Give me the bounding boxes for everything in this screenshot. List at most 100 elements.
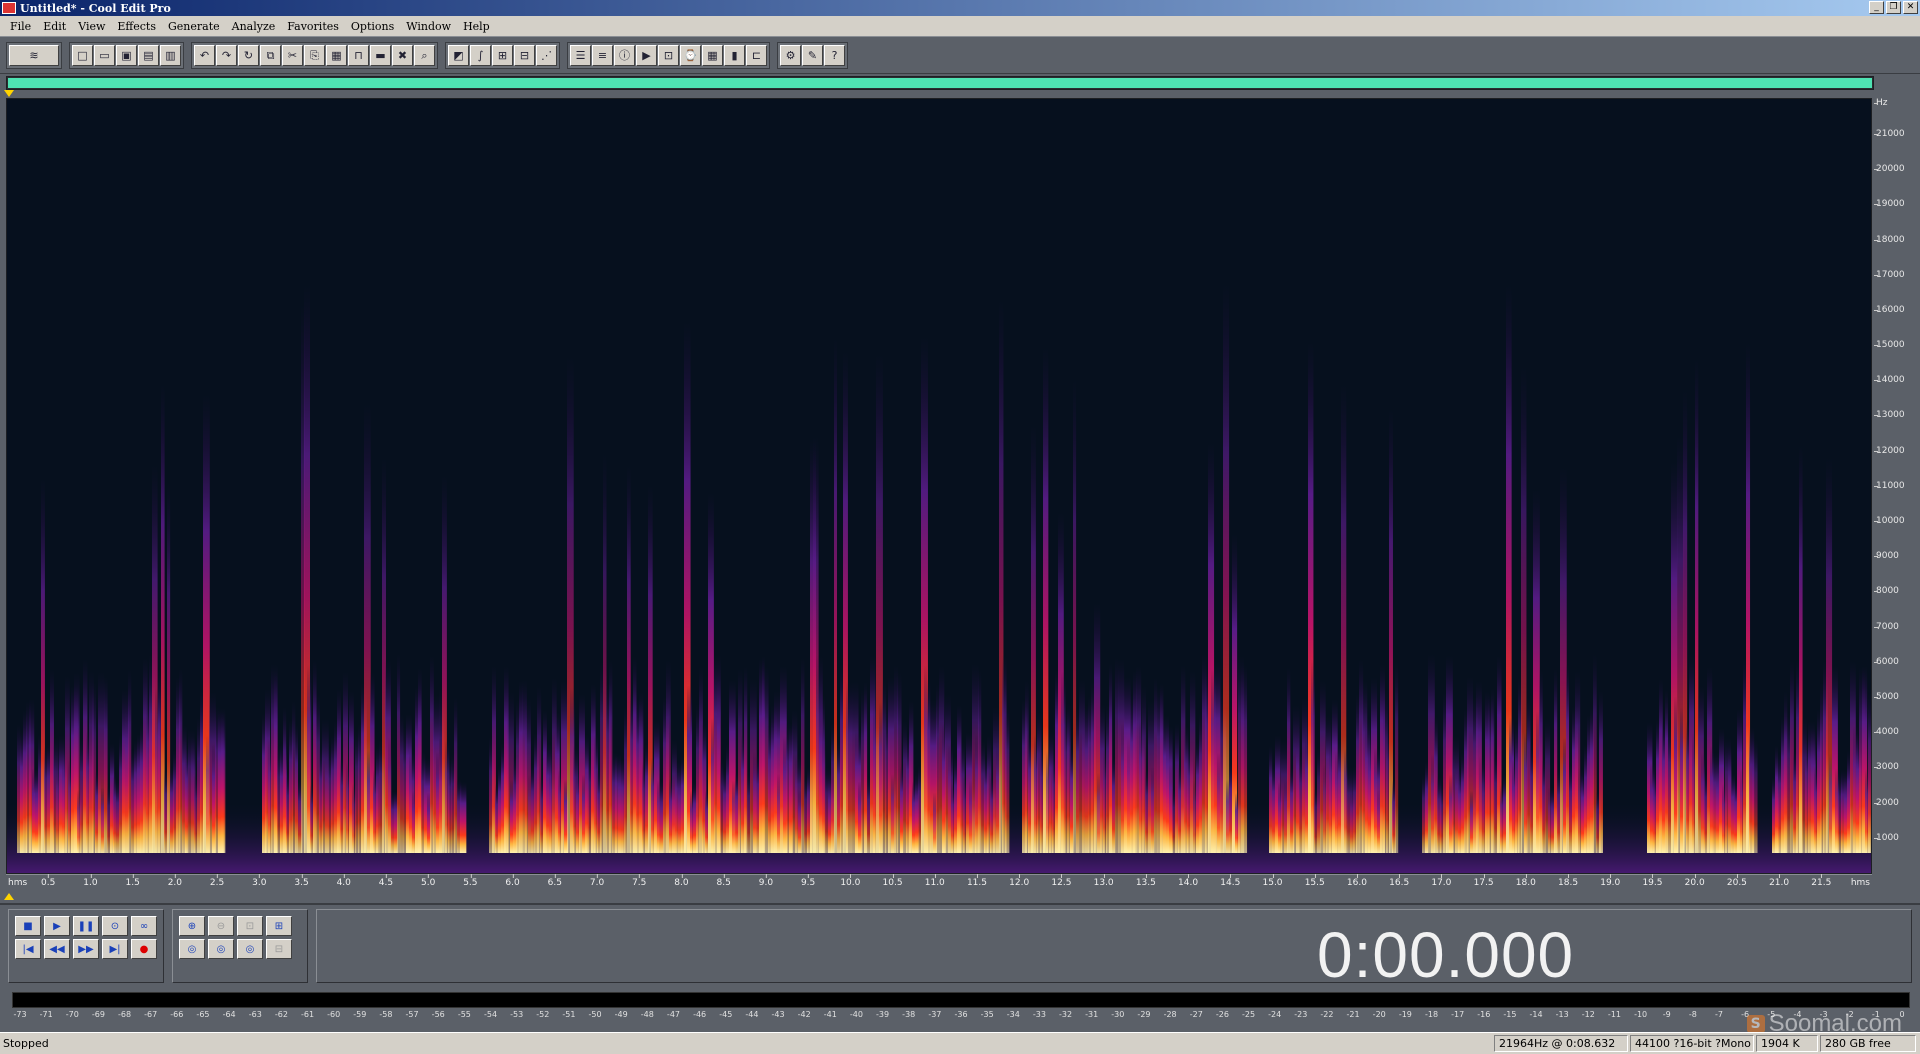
fast-forward-button[interactable]: ▶▶ (73, 939, 99, 959)
tools-button[interactable]: ✎ (802, 44, 823, 66)
meters-button[interactable]: ▮ (724, 44, 745, 66)
play-button[interactable]: ▶ (636, 44, 657, 66)
play-cursor-top-marker[interactable] (4, 90, 14, 97)
loop-button[interactable]: ∞ (131, 916, 157, 936)
zoom-selection-icon: ◎ (245, 943, 255, 955)
zoom-selection-button[interactable]: ⌕ (414, 44, 435, 66)
normalize-icon: ⊟ (519, 48, 530, 62)
silence-button[interactable]: ▬ (370, 44, 391, 66)
go-to-start-button[interactable]: |◀ (15, 939, 41, 959)
time-tick-label: 6.5 (547, 874, 562, 888)
copy-button[interactable]: ⎘ (304, 44, 325, 66)
menu-file[interactable]: File (4, 20, 37, 33)
play-to-end-button[interactable]: ⊙ (102, 916, 128, 936)
undo-button[interactable]: ↶ (194, 44, 215, 66)
meter-tick-label: -26 (1215, 1010, 1229, 1019)
fade-button[interactable]: ⋰ (536, 44, 557, 66)
meter-tick-label: -58 (379, 1010, 393, 1019)
spectral-energy-band (1805, 738, 1809, 853)
freq-tick-label: 10000 (1874, 516, 1905, 527)
status-position: 21964Hz @ 0:08.632 (1494, 1035, 1628, 1052)
play-list-button[interactable]: ≡ (592, 44, 613, 66)
time-tick-label: 7.0 (589, 874, 605, 888)
envelope-button[interactable]: ∫ (470, 44, 491, 66)
spectral-energy-band (1599, 690, 1603, 853)
restore-button[interactable]: ❐ (1886, 1, 1901, 14)
close-button[interactable]: ✕ (1903, 1, 1918, 14)
pause-button[interactable]: ❚❚ (73, 916, 99, 936)
menu-effects[interactable]: Effects (111, 20, 162, 33)
meter-tick-label: -19 (1398, 1010, 1412, 1019)
menu-view[interactable]: View (72, 20, 111, 33)
close-file-button[interactable]: ▥ (160, 44, 181, 66)
trim-button[interactable]: ⊓ (348, 44, 369, 66)
zoom-left-button[interactable]: ◎ (179, 939, 205, 959)
record-button[interactable]: ● (131, 939, 157, 959)
help-button[interactable]: ? (824, 44, 845, 66)
meter-tick-label: -39 (876, 1010, 890, 1019)
time-tick-label: 8.5 (716, 874, 731, 888)
settings-button[interactable]: ⚙ (780, 44, 801, 66)
new-file-button[interactable]: □ (72, 44, 93, 66)
time-tick-label: 21.0 (1769, 874, 1790, 888)
meter-tick-label: -38 (902, 1010, 916, 1019)
zoom-vertical-in-button[interactable]: ⊞ (266, 916, 292, 936)
amplify-button[interactable]: ⊞ (492, 44, 513, 66)
delete-button[interactable]: ✖ (392, 44, 413, 66)
meter-tick-label: -41 (823, 1010, 837, 1019)
spectral-energy-band (1296, 728, 1300, 853)
zoom-full-button[interactable]: ⊡ (237, 916, 263, 936)
menu-favorites[interactable]: Favorites (281, 20, 345, 33)
repeat-button[interactable]: ↻ (238, 44, 259, 66)
meter-tick-label: -9 (1662, 1010, 1671, 1019)
meter-tick-label: -52 (536, 1010, 550, 1019)
info-button[interactable]: ⓘ (614, 44, 635, 66)
spectral-view[interactable] (6, 98, 1872, 874)
play-cursor-bottom-marker[interactable] (4, 893, 14, 900)
info-icon: ⓘ (619, 48, 630, 62)
redo-button[interactable]: ↷ (216, 44, 237, 66)
cut-button[interactable]: ✂ (282, 44, 303, 66)
overview-bar[interactable] (6, 76, 1874, 90)
spectral-energy-band (1524, 732, 1528, 853)
zoom-vertical-out-button[interactable]: ⊟ (266, 939, 292, 959)
freq-tick-label: 21000 (1874, 128, 1905, 139)
spectral-energy-band (1554, 668, 1558, 853)
zoom-full-button[interactable]: ⊡ (658, 44, 679, 66)
play-button[interactable]: ▶ (44, 916, 70, 936)
meter-tick-label: -17 (1451, 1010, 1465, 1019)
spectral-view-button[interactable]: ◩ (448, 44, 469, 66)
zoom-in-button[interactable]: ⊕ (179, 916, 205, 936)
rewind-button[interactable]: ◀◀ (44, 939, 70, 959)
menu-edit[interactable]: Edit (37, 20, 72, 33)
menu-analyze[interactable]: Analyze (226, 20, 282, 33)
minimize-button[interactable]: _ (1869, 1, 1884, 14)
open-file-button[interactable]: ▭ (94, 44, 115, 66)
spectrogram-canvas[interactable] (7, 99, 1872, 874)
waveform-view-button[interactable]: ≋ (9, 44, 59, 66)
overview-range[interactable] (8, 78, 1872, 88)
meter-tick-label: -60 (327, 1010, 341, 1019)
time-format-button[interactable]: ⌚ (680, 44, 701, 66)
menu-options[interactable]: Options (345, 20, 400, 33)
zoom-selection-button[interactable]: ◎ (237, 939, 263, 959)
mix-paste-button[interactable]: ⧉ (260, 44, 281, 66)
zoom-right-button[interactable]: ◎ (208, 939, 234, 959)
zoom-out-button[interactable]: ⊖ (208, 916, 234, 936)
grid-button[interactable]: ▦ (702, 44, 723, 66)
save-button[interactable]: ▣ (116, 44, 137, 66)
cue-list-button[interactable]: ☰ (570, 44, 591, 66)
save-as-button[interactable]: ▤ (138, 44, 159, 66)
menu-help[interactable]: Help (457, 20, 496, 33)
paste-button[interactable]: ▦ (326, 44, 347, 66)
meter-tick-label: -62 (274, 1010, 288, 1019)
snap-button[interactable]: ⊏ (746, 44, 767, 66)
stop-button[interactable]: ■ (15, 916, 41, 936)
menu-generate[interactable]: Generate (162, 20, 226, 33)
spectral-energy-band (388, 737, 392, 853)
level-meter[interactable] (12, 992, 1910, 1008)
go-to-end-button[interactable]: ▶| (102, 939, 128, 959)
menu-window[interactable]: Window (400, 20, 457, 33)
normalize-button[interactable]: ⊟ (514, 44, 535, 66)
spectral-energy-band (801, 656, 805, 853)
